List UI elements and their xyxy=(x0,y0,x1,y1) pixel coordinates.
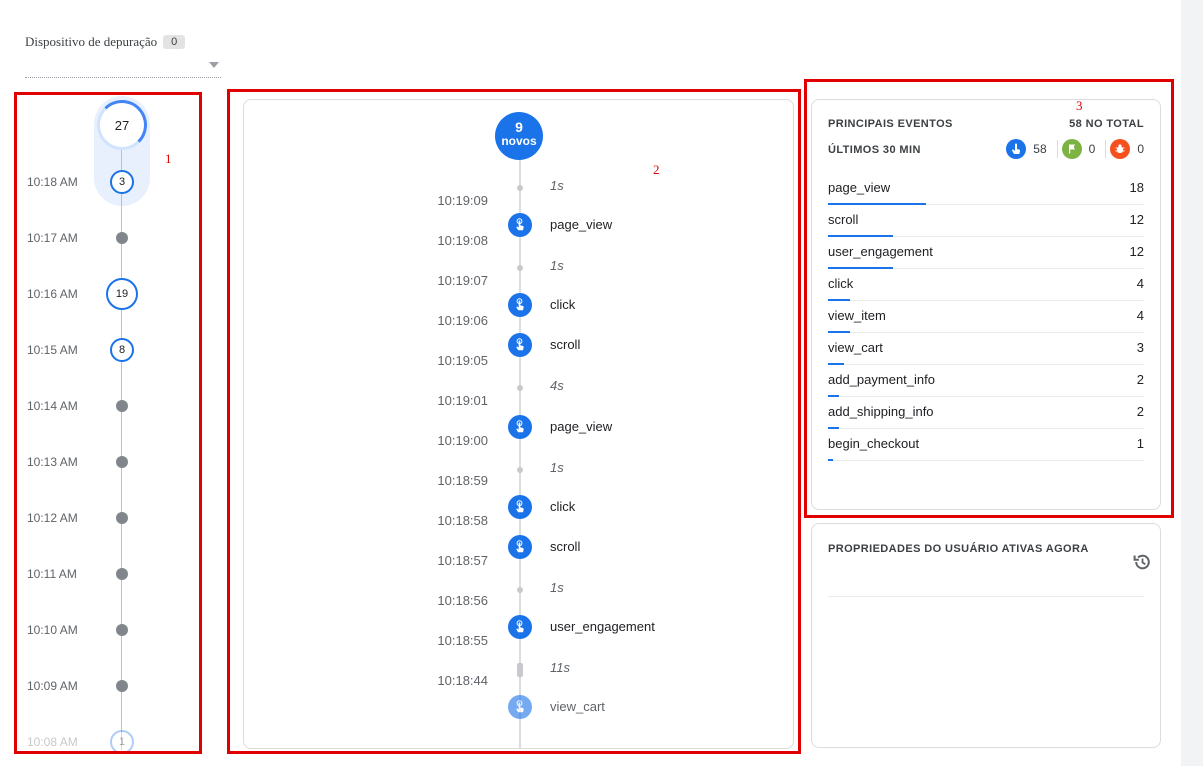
device-selector-underline xyxy=(25,77,221,78)
chevron-down-icon[interactable] xyxy=(209,62,219,68)
annotation-label-1: 1 xyxy=(165,151,172,166)
debug-device-label: Dispositivo de depuração xyxy=(25,34,158,49)
user-properties-divider xyxy=(828,596,1144,597)
page-scrollbar-area xyxy=(1181,0,1203,766)
annotation-box-1 xyxy=(14,92,202,754)
user-properties-title: PROPRIEDADES DO USUÁRIO ATIVAS AGORA xyxy=(828,543,1089,555)
annotation-box-3 xyxy=(804,79,1174,518)
debug-device-count-badge: 0 xyxy=(163,35,186,49)
annotation-box-2 xyxy=(227,89,801,754)
debug-device-selector[interactable]: Dispositivo de depuração 0 xyxy=(25,34,186,50)
annotation-label-3: 3 xyxy=(1076,98,1083,113)
annotation-label-2: 2 xyxy=(653,162,660,177)
history-icon[interactable] xyxy=(1132,552,1152,572)
user-properties-card: PROPRIEDADES DO USUÁRIO ATIVAS AGORA xyxy=(811,523,1161,748)
